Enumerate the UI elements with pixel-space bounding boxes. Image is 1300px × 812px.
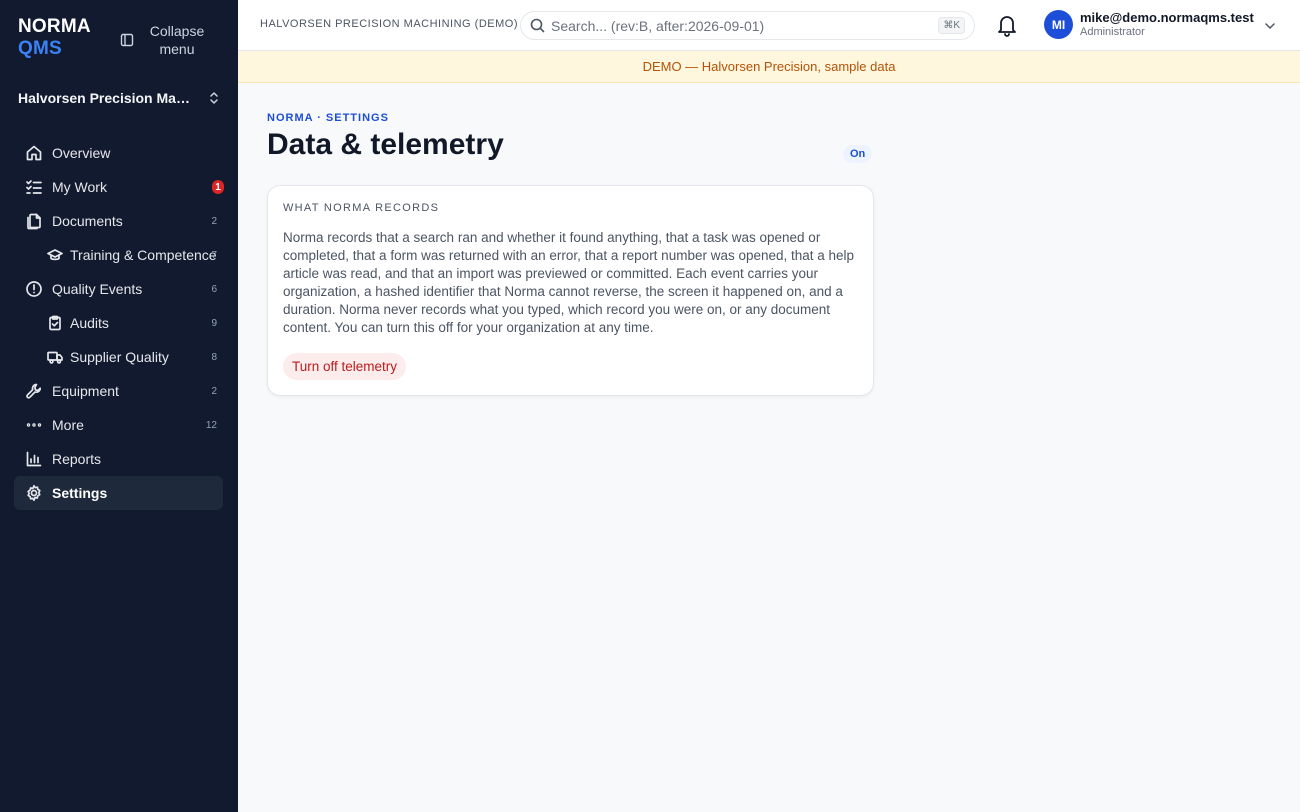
sidebar-item-label: Settings [52, 485, 108, 501]
item-count: 7 [211, 249, 217, 261]
bar-chart-icon [24, 449, 44, 469]
collapse-menu-button[interactable]: Collapse menu [120, 22, 206, 58]
truck-icon [46, 348, 64, 366]
chevron-up-down-icon [210, 92, 218, 104]
sidebar-item-training[interactable]: Training & Competence 7 [14, 238, 223, 272]
sidebar-item-my-work[interactable]: My Work 1 [14, 170, 224, 204]
user-role: Administrator [1080, 26, 1145, 38]
user-info: mike@demo.normaqms.test Administrator [1080, 10, 1254, 39]
sidebar-item-label: Documents [52, 213, 123, 229]
sidebar-item-quality-events[interactable]: Quality Events 6 [14, 272, 223, 306]
sidebar-item-label: Supplier Quality [70, 349, 169, 365]
gear-icon [24, 483, 44, 503]
org-name: Halvorsen Precision Machi... [18, 90, 196, 106]
org-switcher[interactable]: Halvorsen Precision Machi... [18, 90, 220, 106]
sidebar-item-label: My Work [52, 179, 107, 195]
card-heading: WHAT NORMA RECORDS [283, 202, 440, 214]
search-shortcut: ⌘K [938, 17, 965, 34]
sidebar-item-label: Overview [52, 145, 111, 161]
sidebar-item-equipment[interactable]: Equipment 2 [14, 374, 223, 408]
wrench-icon [24, 381, 44, 401]
notification-badge: 1 [212, 180, 224, 194]
more-horizontal-icon [24, 415, 44, 435]
sidebar-item-reports[interactable]: Reports [14, 442, 223, 476]
sidebar-item-label: More [52, 417, 84, 433]
sidebar-item-settings[interactable]: Settings [14, 476, 223, 510]
item-count: 2 [211, 215, 217, 227]
checklist-icon [24, 177, 44, 197]
item-count: 9 [211, 317, 217, 329]
sidebar-item-more[interactable]: More 12 [14, 408, 223, 442]
card-description: Norma records that a search ran and whet… [283, 230, 855, 335]
sidebar: NORMA QMS Collapse menu Halvorsen Precis… [0, 0, 238, 812]
sidebar-toggle-icon [120, 33, 134, 47]
item-count: 8 [211, 351, 217, 363]
company-name: HALVORSEN PRECISION MACHINING (DEMO) [260, 18, 518, 30]
user-email: mike@demo.normaqms.test [1080, 10, 1254, 25]
item-count: 6 [211, 283, 217, 295]
topbar: HALVORSEN PRECISION MACHINING (DEMO) ⌘K … [238, 0, 1300, 51]
brand-logo[interactable]: NORMA QMS [18, 16, 91, 60]
documents-icon [24, 211, 44, 231]
item-count: 12 [205, 419, 217, 431]
page-title: Data & telemetry [267, 128, 504, 161]
sidebar-item-label: Audits [70, 315, 109, 331]
demo-banner: DEMO — Halvorsen Precision, sample data [238, 51, 1300, 83]
home-icon [24, 143, 44, 163]
user-menu[interactable]: MI mike@demo.normaqms.test Administrator [1044, 10, 1276, 39]
chevron-down-icon [1265, 22, 1275, 29]
sidebar-item-audits[interactable]: Audits 9 [14, 306, 223, 340]
alert-circle-icon [24, 279, 44, 299]
search-box[interactable]: ⌘K [520, 11, 975, 40]
sidebar-item-supplier-quality[interactable]: Supplier Quality 8 [14, 340, 223, 374]
sidebar-item-overview[interactable]: Overview [14, 136, 223, 170]
search-input[interactable] [551, 17, 931, 34]
status-badge: On [843, 145, 873, 163]
sidebar-item-documents[interactable]: Documents 2 [14, 204, 223, 238]
sidebar-item-label: Quality Events [52, 281, 143, 297]
graduation-cap-icon [46, 246, 64, 264]
turn-off-telemetry-button[interactable]: Turn off telemetry [283, 353, 407, 380]
search-icon [530, 18, 545, 33]
notifications-button[interactable] [996, 13, 1018, 42]
brand-line-1: NORMA [18, 16, 91, 37]
sidebar-item-label: Reports [52, 451, 102, 467]
avatar: MI [1044, 10, 1073, 39]
breadcrumb: NORMA · SETTINGS [267, 112, 389, 124]
sidebar-item-label: Equipment [52, 383, 119, 399]
item-count: 2 [211, 385, 217, 397]
telemetry-card: WHAT NORMA RECORDS Norma records that a … [267, 185, 874, 396]
clipboard-check-icon [46, 314, 64, 332]
sidebar-nav: Overview My Work 1 Documents 2 Training … [14, 136, 224, 510]
brand-line-2: QMS [18, 38, 62, 59]
collapse-menu-label: Collapse menu [149, 23, 205, 57]
sidebar-item-label: Training & Competence [70, 247, 217, 263]
bell-icon [998, 16, 1016, 37]
